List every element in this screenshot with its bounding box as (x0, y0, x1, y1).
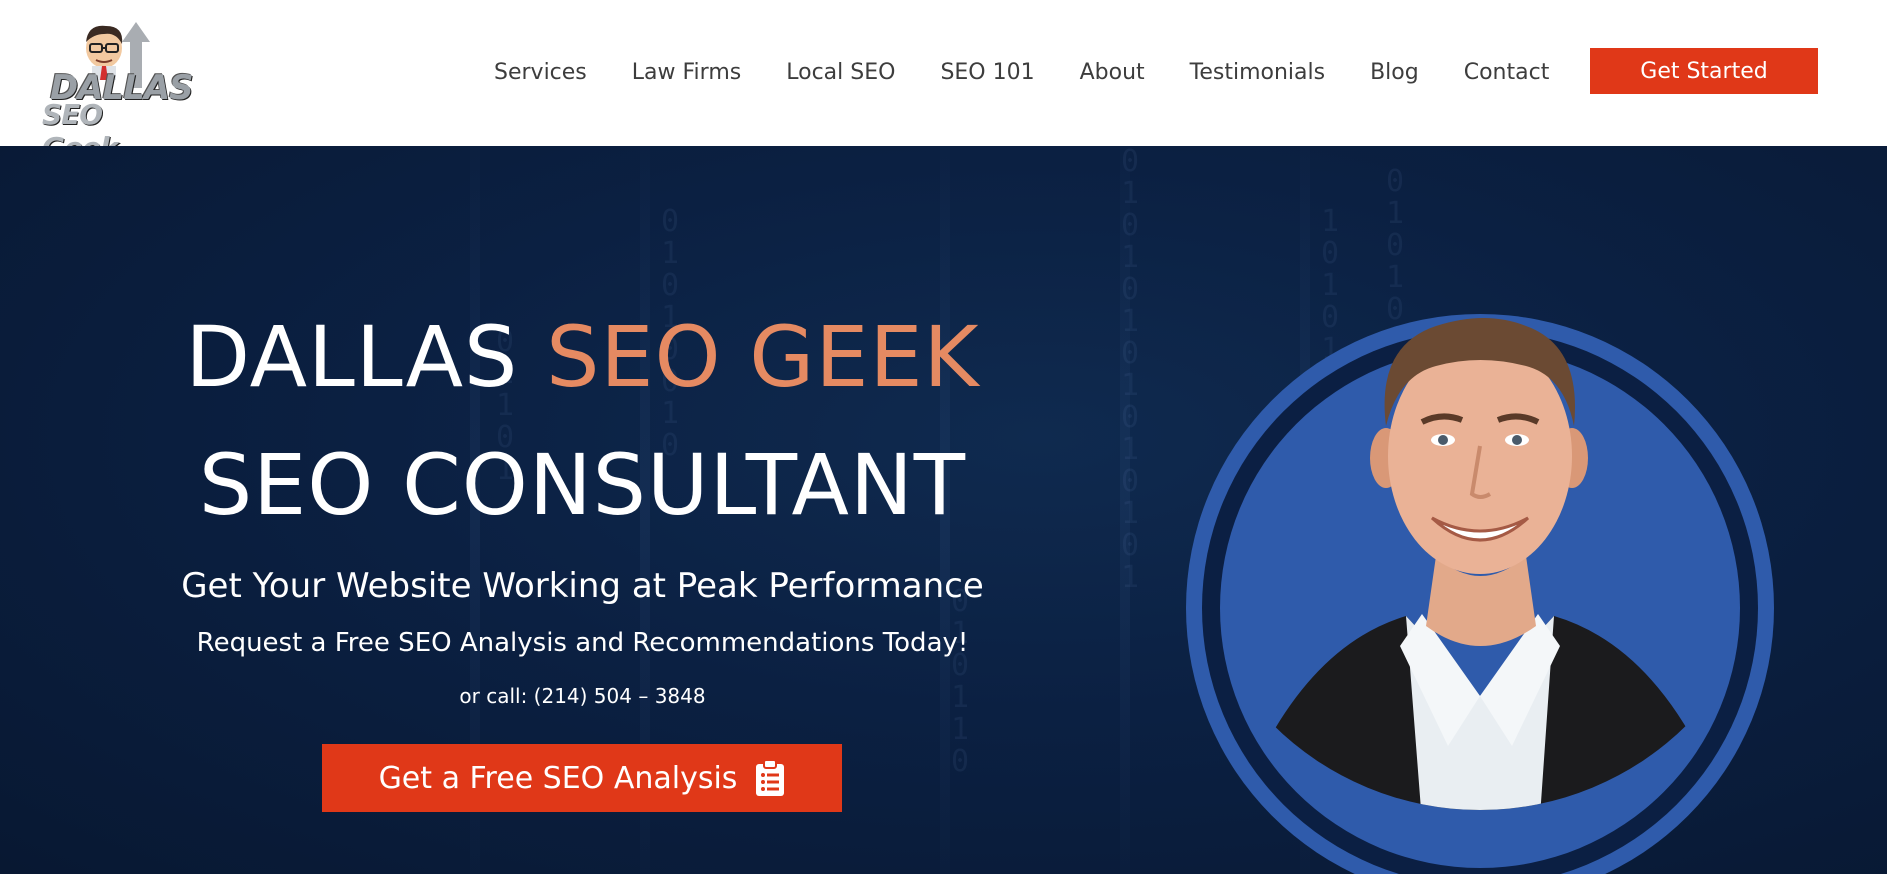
main-nav: Services Law Firms Local SEO SEO 101 Abo… (494, 52, 1549, 92)
nav-item-testimonials[interactable]: Testimonials (1190, 60, 1325, 85)
nav-item-seo-101[interactable]: SEO 101 (940, 60, 1034, 85)
hero-title-seo-geek: SEO GEEK (546, 308, 980, 406)
hero-subtitle-secondary: Request a Free SEO Analysis and Recommen… (196, 628, 969, 658)
free-seo-analysis-label: Get a Free SEO Analysis (378, 760, 738, 796)
nav-item-local-seo[interactable]: Local SEO (786, 60, 895, 85)
hero-title-dallas: DALLAS (185, 308, 547, 406)
hero-title-line1: DALLAS SEO GEEK (0, 308, 1165, 406)
hero-phone-line: or call: (214) 504 – 3848 (459, 684, 706, 708)
hero-title-line2: SEO CONSULTANT (198, 436, 967, 534)
nav-item-about[interactable]: About (1080, 60, 1145, 85)
get-started-button[interactable]: Get Started (1590, 48, 1818, 94)
hero-subtitle: Get Your Website Working at Peak Perform… (181, 566, 984, 606)
site-logo[interactable]: DALLAS SEO Geek (38, 18, 194, 164)
nav-item-law-firms[interactable]: Law Firms (632, 60, 741, 85)
hero-section: 0 1 0 1 0 0 1 0 0 1 1 0 1 0 1 0 1 1 0 0 … (0, 146, 1887, 874)
nav-item-blog[interactable]: Blog (1370, 60, 1419, 85)
free-seo-analysis-button[interactable]: Get a Free SEO Analysis (322, 744, 842, 812)
clipboard-list-icon (755, 759, 785, 797)
bg-binary-digits: 0 1 0 1 1 0 (950, 584, 970, 779)
nav-item-services[interactable]: Services (494, 60, 587, 85)
nav-item-contact[interactable]: Contact (1464, 60, 1550, 85)
site-header: DALLAS SEO Geek Services Law Firms Local… (0, 0, 1887, 164)
consultant-portrait (1216, 318, 1746, 810)
